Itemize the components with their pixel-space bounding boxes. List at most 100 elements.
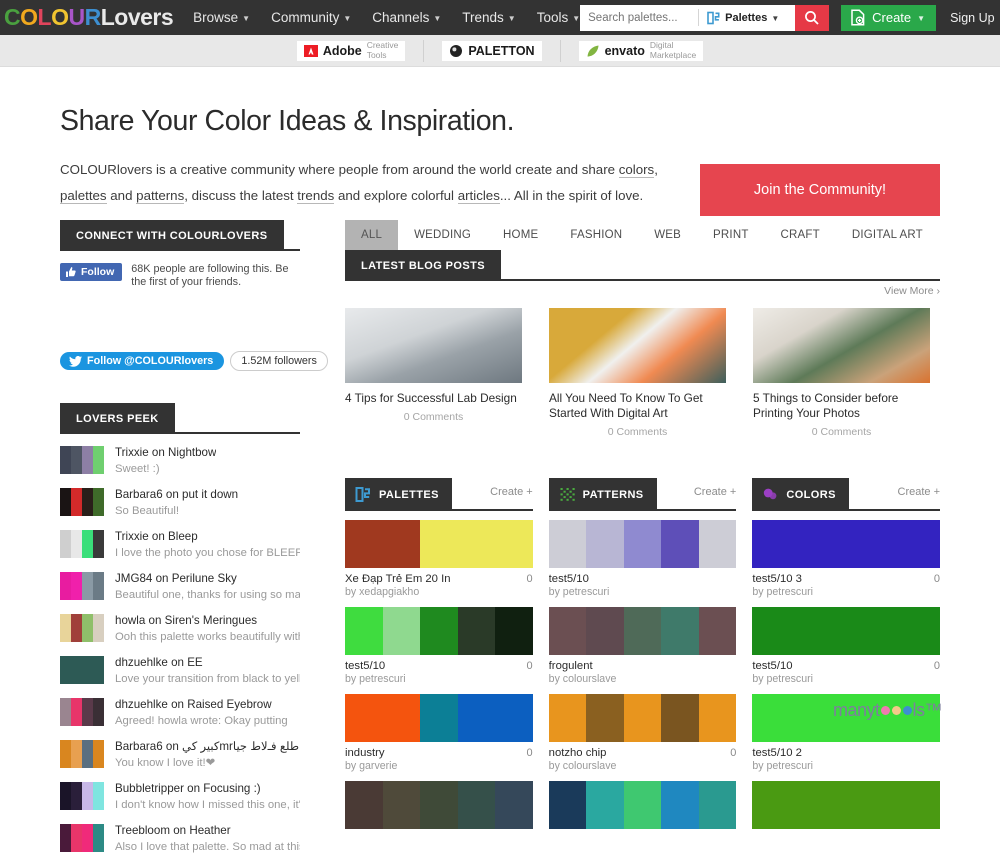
list-item[interactable]: Trixxie on NightbowSweet! :) xyxy=(60,440,300,482)
link-colors[interactable]: colors xyxy=(619,162,654,178)
link-trends[interactable]: trends xyxy=(297,188,334,204)
blog-post-comment-count: 0 Comments xyxy=(549,426,726,438)
feature-item[interactable] xyxy=(345,781,533,829)
tab-fashion[interactable]: FASHION xyxy=(554,220,638,250)
feature-item-name[interactable]: test5/10 xyxy=(549,573,589,585)
sponsor-envato[interactable]: envatoDigital Marketplace xyxy=(561,40,722,62)
feature-item-author[interactable]: by petrescuri xyxy=(752,673,940,685)
blog-post-card[interactable]: All You Need To Know To Get Started With… xyxy=(549,308,726,438)
create-link[interactable]: Create + xyxy=(694,486,737,498)
feature-item-swatch[interactable] xyxy=(549,781,737,829)
search-type-selector[interactable]: Palettes ▼ xyxy=(698,9,786,26)
list-item[interactable]: Treebloom on HeatherAlso I love that pal… xyxy=(60,818,300,860)
nav-item-browse[interactable]: Browse▼ xyxy=(193,10,250,25)
feature-item-author[interactable]: by petrescuri xyxy=(345,673,533,685)
tab-craft[interactable]: CRAFT xyxy=(765,220,836,250)
hero-text-2: and xyxy=(110,188,136,203)
link-patterns[interactable]: patterns xyxy=(136,188,184,204)
feature-item-author[interactable]: by colourslave xyxy=(549,673,737,685)
feature-item-swatch[interactable] xyxy=(345,781,533,829)
feature-item[interactable]: notzho chip0by colourslave xyxy=(549,694,737,772)
feature-item-name[interactable]: test5/10 3 xyxy=(752,573,802,585)
feature-item-swatch[interactable] xyxy=(345,520,533,568)
list-item[interactable]: dhzuehlke on Raised EyebrowAgreed! howla… xyxy=(60,692,300,734)
feature-item-swatch[interactable] xyxy=(752,520,940,568)
header-rule xyxy=(284,220,301,251)
list-item[interactable]: Trixxie on BleepI love the photo you cho… xyxy=(60,524,300,566)
blog-post-title[interactable]: All You Need To Know To Get Started With… xyxy=(549,391,726,421)
blog-post-title[interactable]: 4 Tips for Successful Lab Design xyxy=(345,391,522,406)
create-link[interactable]: Create + xyxy=(898,486,941,498)
feature-item[interactable]: Xe Đạp Trẻ Em 20 In0by xedapgiakho xyxy=(345,520,533,598)
nav-item-community[interactable]: Community▼ xyxy=(271,10,351,25)
signup-link[interactable]: Sign Up xyxy=(950,11,994,25)
site-logo[interactable]: COLOURLovers xyxy=(0,4,173,31)
feature-item-author[interactable]: by colourslave xyxy=(549,760,737,772)
digital-art-tablet-photo[interactable] xyxy=(549,308,726,383)
feature-item-name[interactable]: test5/10 2 xyxy=(752,747,802,759)
link-articles[interactable]: articles xyxy=(458,188,500,204)
feature-item-author[interactable]: by petrescuri xyxy=(752,760,940,772)
feature-item-author[interactable]: by petrescuri xyxy=(549,586,737,598)
adobe-icon xyxy=(304,44,318,58)
feature-item-author[interactable]: by petrescuri xyxy=(752,586,940,598)
nav-item-trends[interactable]: Trends▼ xyxy=(462,10,515,25)
list-item[interactable]: dhzuehlke on EELove your transition from… xyxy=(60,650,300,692)
feature-item[interactable] xyxy=(752,781,940,829)
search-box[interactable]: Palettes ▼ xyxy=(580,5,795,31)
tab-web[interactable]: WEB xyxy=(638,220,697,250)
list-item[interactable]: howla on Siren's MeringuesOoh this palet… xyxy=(60,608,300,650)
sponsor-paletton[interactable]: PALETTON xyxy=(424,40,560,62)
feature-item-swatch[interactable] xyxy=(549,520,737,568)
list-item[interactable]: Barbara6 on put it downSo Beautiful! xyxy=(60,482,300,524)
sponsor-adobe[interactable]: AdobeCreative Tools xyxy=(279,40,425,62)
feature-item-swatch[interactable] xyxy=(549,694,737,742)
blog-post-card[interactable]: 4 Tips for Successful Lab Design0 Commen… xyxy=(345,308,522,438)
link-palettes[interactable]: palettes xyxy=(60,188,107,204)
nav-item-channels[interactable]: Channels▼ xyxy=(372,10,441,25)
tab-digital-art[interactable]: DIGITAL ART xyxy=(836,220,939,250)
feature-item-name[interactable]: frogulent xyxy=(549,660,593,672)
feature-item-name[interactable]: test5/10 xyxy=(752,660,792,672)
lab-design-photo[interactable] xyxy=(345,308,522,383)
feature-item[interactable]: test5/100by petrescuri xyxy=(345,607,533,685)
create-button[interactable]: Create ▼ xyxy=(841,5,936,31)
feature-item-swatch[interactable] xyxy=(549,607,737,655)
feature-item[interactable] xyxy=(549,781,737,829)
feature-item[interactable]: test5/10 30by petrescuri xyxy=(752,520,940,598)
list-item[interactable]: Barbara6 on كبير كيmrطلع فـﻻط جياYou kno… xyxy=(60,734,300,776)
framed-prints-wall-photo[interactable] xyxy=(753,308,930,383)
feature-item[interactable]: test5/100by petrescuri xyxy=(752,607,940,685)
join-community-button[interactable]: Join the Community! xyxy=(700,164,940,216)
blog-post-card[interactable]: 5 Things to Consider before Printing You… xyxy=(753,308,930,438)
feature-item-swatch[interactable] xyxy=(752,781,940,829)
list-item[interactable]: Bubbletripper on Focusing :)I don't know… xyxy=(60,776,300,818)
feature-item[interactable]: industry0by garverie xyxy=(345,694,533,772)
feature-item-swatch[interactable] xyxy=(752,607,940,655)
list-item[interactable]: JMG84 on Perilune SkyBeautiful one, than… xyxy=(60,566,300,608)
feature-item-swatch[interactable] xyxy=(345,694,533,742)
twitter-follow-button[interactable]: Follow @COLOURlovers xyxy=(60,352,224,370)
tab-home[interactable]: HOME xyxy=(487,220,554,250)
search-input[interactable] xyxy=(588,12,698,24)
tab-wedding[interactable]: WEDDING xyxy=(398,220,487,250)
feature-item-name[interactable]: industry xyxy=(345,747,385,759)
create-link[interactable]: Create + xyxy=(490,486,533,498)
blog-post-title[interactable]: 5 Things to Consider before Printing You… xyxy=(753,391,930,421)
feature-item-author[interactable]: by xedapgiakho xyxy=(345,586,533,598)
search-button[interactable] xyxy=(795,5,829,31)
tab-all[interactable]: ALL xyxy=(345,220,398,250)
feature-item[interactable]: frogulentby colourslave xyxy=(549,607,737,685)
tab-print[interactable]: PRINT xyxy=(697,220,765,250)
feature-item-name[interactable]: test5/10 xyxy=(345,660,385,672)
feature-item-name[interactable]: notzho chip xyxy=(549,747,607,759)
feature-item-swatch[interactable] xyxy=(345,607,533,655)
feature-item-meta: test5/10 xyxy=(549,573,737,585)
feature-item[interactable]: test5/10by petrescuri xyxy=(549,520,737,598)
feature-item-name[interactable]: Xe Đạp Trẻ Em 20 In xyxy=(345,573,451,585)
facebook-follow-button[interactable]: Follow xyxy=(60,263,122,281)
nav-item-tools[interactable]: Tools▼ xyxy=(537,10,580,25)
peek-item-title: JMG84 on Perilune Sky xyxy=(115,572,300,586)
view-more-link[interactable]: View More › xyxy=(884,285,940,297)
feature-item-author[interactable]: by garverie xyxy=(345,760,533,772)
